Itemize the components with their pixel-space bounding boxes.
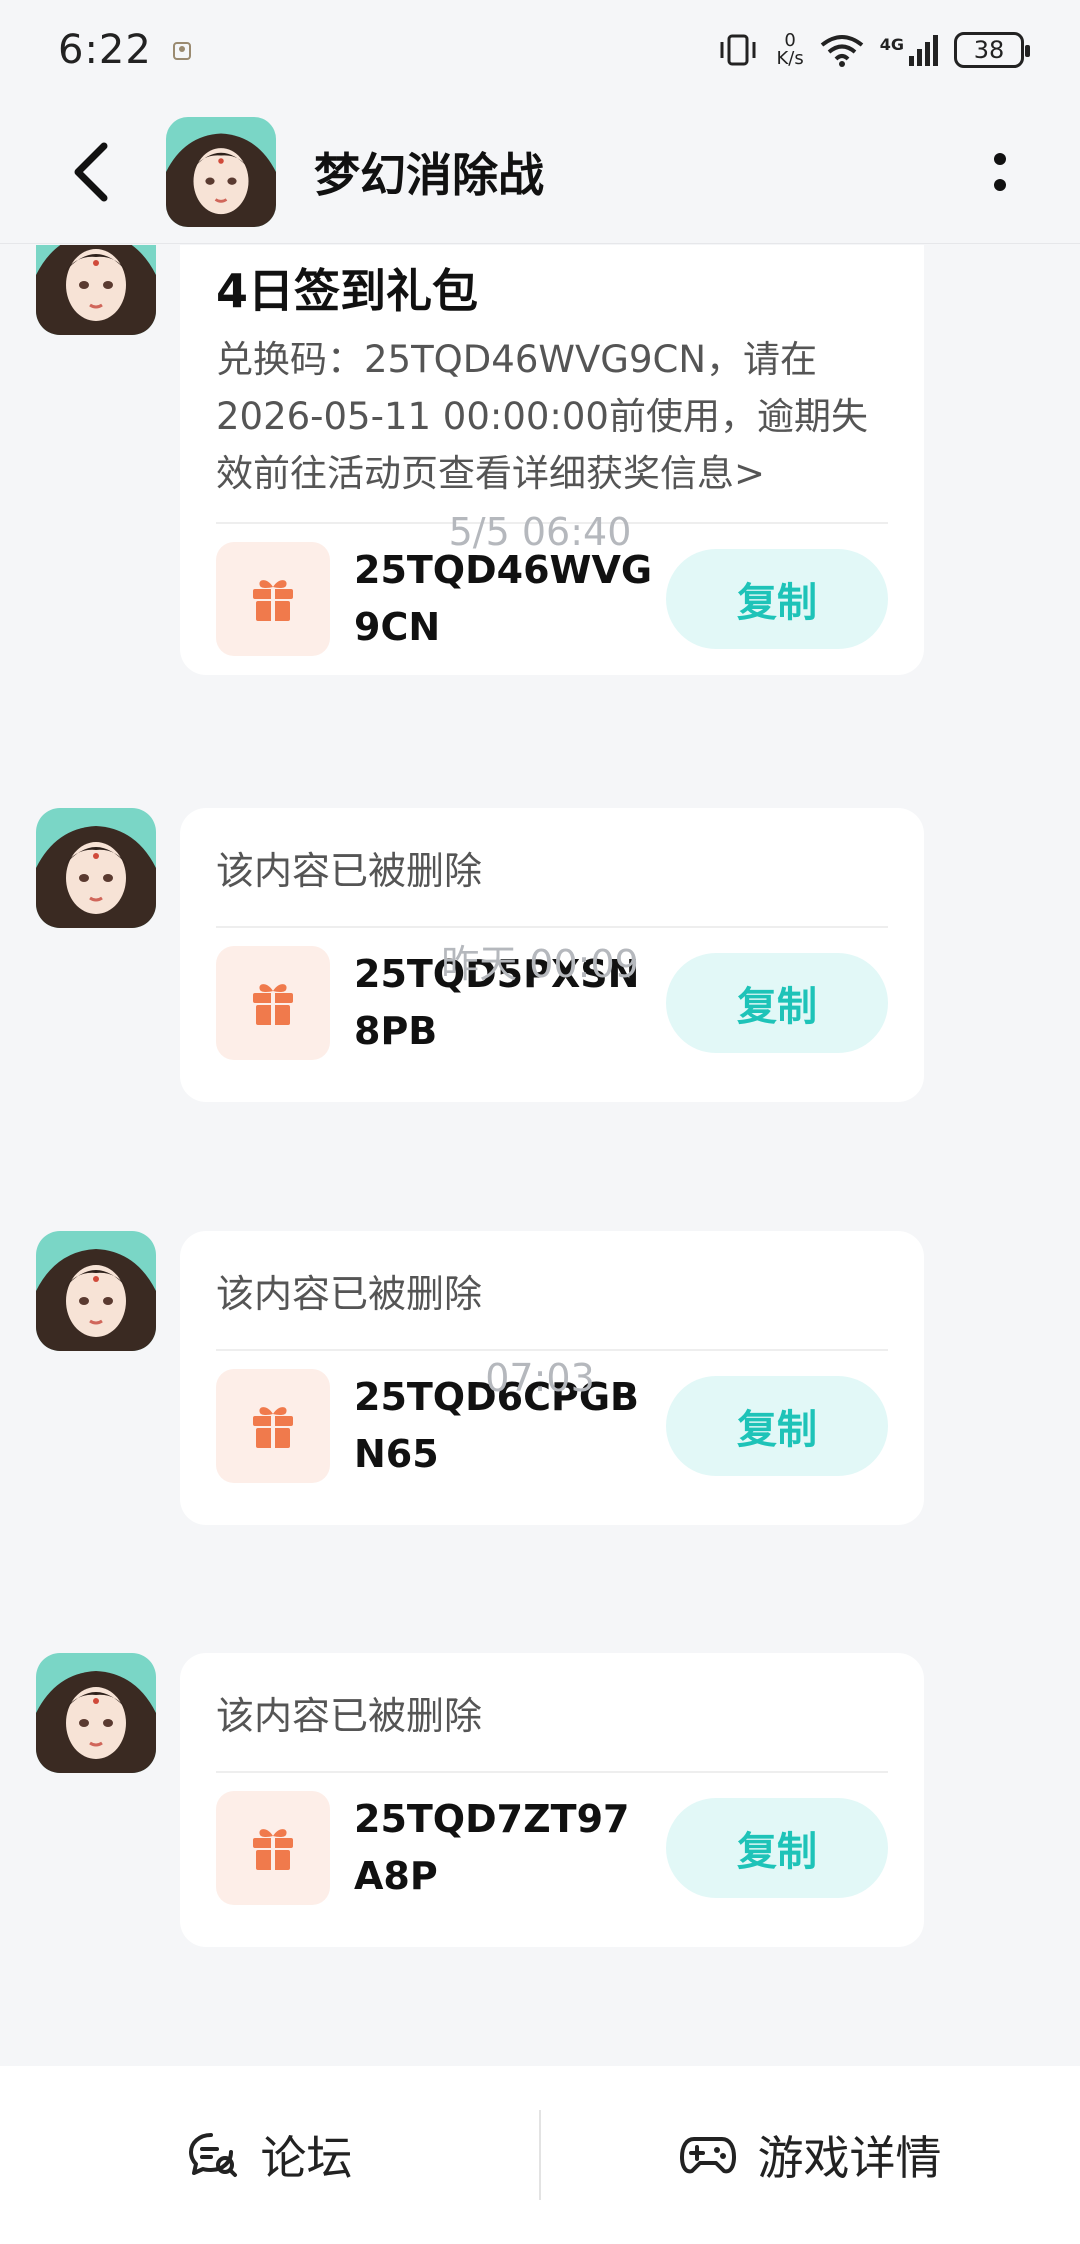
network-type: 4G xyxy=(879,34,904,54)
more-options-button[interactable] xyxy=(968,140,1032,204)
avatar-portrait-icon xyxy=(36,1231,156,1351)
gamepad-icon xyxy=(679,2137,736,2174)
battery-level: 38 xyxy=(973,36,1005,64)
gift-icon-box xyxy=(216,1791,330,1905)
avatar-portrait-icon xyxy=(166,116,276,227)
avatar-portrait-icon xyxy=(36,245,156,335)
bottom-bar: 论坛 游戏详情 xyxy=(0,2066,1080,2244)
status-time: 6:22 xyxy=(58,27,152,73)
chat-list[interactable]: 4日签到礼包 兑换码：25TQD46WVG9CN，请在2026-05-11 00… xyxy=(0,245,1080,2065)
back-button[interactable] xyxy=(50,132,130,212)
redeem-code: 25TQD7ZT97A8P xyxy=(354,1797,630,1898)
wifi-icon xyxy=(820,35,863,67)
forum-tab[interactable]: 论坛 xyxy=(0,2066,539,2244)
status-left: 6:22 xyxy=(58,27,196,73)
gift-icon xyxy=(253,580,293,621)
message-text: 该内容已被删除 xyxy=(216,1693,483,1738)
net-speed-unit: K/s xyxy=(776,48,804,69)
message-avatar[interactable] xyxy=(36,1231,156,1351)
message-avatar[interactable] xyxy=(36,1653,156,1773)
vibrate-icon xyxy=(720,34,756,66)
gift-icon xyxy=(253,1829,293,1870)
page-title: 梦幻消除战 xyxy=(314,147,544,202)
redeem-code: 25TQD46WVG9CN xyxy=(354,548,653,649)
net-speed: 0 K/s xyxy=(776,32,803,68)
gift-message-card: 4日签到礼包 兑换码：25TQD46WVG9CN，请在2026-05-11 00… xyxy=(180,245,924,675)
message-avatar[interactable] xyxy=(36,245,156,335)
header: 梦幻消除战 xyxy=(0,100,1080,244)
message-timestamp: 昨天 00:09 xyxy=(441,942,639,986)
avatar-portrait-icon xyxy=(36,808,156,928)
game-detail-label: 游戏详情 xyxy=(757,2131,942,2185)
copy-button[interactable]: 复制 xyxy=(666,549,888,649)
message-text: 该内容已被删除 xyxy=(216,848,483,893)
more-dot-icon xyxy=(994,153,1006,165)
signal-icon: 4G xyxy=(879,34,938,66)
notification-icon xyxy=(172,42,191,60)
message-timestamp: 5/5 06:40 xyxy=(448,510,632,554)
gift-icon-box xyxy=(216,542,330,656)
gift-icon xyxy=(253,1407,293,1448)
gift-code-row: 25TQD7ZT97A8P 复制 xyxy=(216,1773,888,1923)
message-timestamp: 07:03 xyxy=(485,1356,595,1400)
message-avatar[interactable] xyxy=(36,808,156,928)
message-text: 该内容已被删除 xyxy=(216,1271,483,1316)
status-right: 0 K/s 4G 38 xyxy=(716,32,1030,68)
chevron-left-icon xyxy=(74,142,108,201)
battery-indicator: 38 xyxy=(954,32,1030,68)
forum-chat-icon xyxy=(188,2133,237,2177)
copy-button[interactable]: 复制 xyxy=(666,1798,888,1898)
more-dot-icon xyxy=(994,179,1006,191)
gift-message-card: 该内容已被删除 25TQD7ZT97A8P 复制 xyxy=(180,1653,924,1947)
message-title: 4日签到礼包 xyxy=(216,264,479,318)
message-text[interactable]: 兑换码：25TQD46WVG9CN，请在2026-05-11 00:00:00前… xyxy=(216,331,888,502)
status-bar: 6:22 0 K/s 4G 38 xyxy=(0,0,1080,100)
avatar-portrait-icon xyxy=(36,1653,156,1773)
game-avatar[interactable] xyxy=(166,116,276,227)
game-detail-tab[interactable]: 游戏详情 xyxy=(541,2066,1080,2244)
forum-label: 论坛 xyxy=(260,2131,353,2185)
